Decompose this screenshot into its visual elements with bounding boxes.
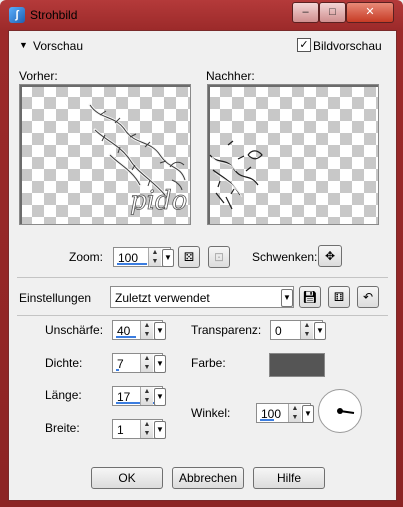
angle-label: Winkel: xyxy=(191,406,231,420)
separator xyxy=(17,277,388,278)
watermark-text-before: pido xyxy=(130,186,187,216)
density-field[interactable]: 7 ▲ ▼ ▼ xyxy=(112,353,166,373)
width-value: 1 xyxy=(117,423,124,437)
collapse-triangle-icon[interactable]: ▼ xyxy=(19,40,28,50)
dialog-client: ▼ Vorschau ✓ Bildvorschau Vorher: Nachhe… xyxy=(8,30,397,501)
transparency-label: Transparenz: xyxy=(191,323,262,337)
help-button[interactable]: Hilfe xyxy=(253,467,325,489)
density-label: Dichte: xyxy=(45,356,83,370)
dragon-image: pido xyxy=(88,103,188,216)
ok-button[interactable]: OK xyxy=(91,467,163,489)
close-button[interactable]: ✕ xyxy=(346,2,394,23)
zoom-fit-icon[interactable]: ⚄ xyxy=(178,246,200,268)
length-label: Länge: xyxy=(45,388,82,402)
preset-select[interactable]: Zuletzt verwendet ▼ xyxy=(110,286,294,308)
preview-checkbox[interactable]: ✓ xyxy=(297,38,311,52)
preset-value: Zuletzt verwendet xyxy=(115,291,210,305)
angle-dial[interactable] xyxy=(318,389,362,433)
width-spinner[interactable]: ▲ ▼ xyxy=(140,420,153,438)
cancel-button[interactable]: Abbrechen xyxy=(172,467,244,489)
angle-dial-needle-icon xyxy=(337,408,355,414)
preset-dropdown-arrow[interactable]: ▼ xyxy=(281,289,293,307)
transparency-field[interactable]: 0 ▲ ▼ ▼ xyxy=(270,320,326,340)
after-preview[interactable] xyxy=(207,84,379,225)
zoom-dropdown-arrow[interactable]: ▼ xyxy=(162,249,174,267)
transparency-dropdown-arrow[interactable]: ▼ xyxy=(314,322,326,340)
width-field[interactable]: 1 ▲ ▼ ▼ xyxy=(112,419,166,439)
separator xyxy=(17,315,388,316)
settings-label: Einstellungen xyxy=(19,291,92,305)
width-label: Breite: xyxy=(45,421,80,435)
window-frame: ʃ Strohbild – □ ✕ ▼ Vorschau ✓ Bildvorsc… xyxy=(0,0,403,507)
zoom-label: Zoom: xyxy=(69,250,104,264)
blur-spinner[interactable]: ▲ ▼ xyxy=(140,321,153,339)
length-field[interactable]: 17 ▲ ▼ ▼ xyxy=(112,386,166,406)
randomize-icon[interactable]: ⚅ xyxy=(328,286,350,308)
minimize-button[interactable]: – xyxy=(292,2,319,23)
before-label: Vorher: xyxy=(19,69,58,83)
zoom-indicator xyxy=(117,263,147,265)
blur-dropdown-arrow[interactable]: ▼ xyxy=(154,322,166,340)
color-label: Farbe: xyxy=(191,356,226,370)
color-swatch[interactable] xyxy=(269,353,325,377)
preview-checkbox-label: Bildvorschau xyxy=(313,39,382,53)
width-dropdown-arrow[interactable]: ▼ xyxy=(154,421,166,439)
pan-move-icon[interactable]: ✥ xyxy=(318,245,342,267)
angle-dropdown-arrow[interactable]: ▼ xyxy=(302,405,314,423)
maximize-button[interactable]: □ xyxy=(319,2,346,23)
app-icon: ʃ xyxy=(9,7,25,23)
after-label: Nachher: xyxy=(206,69,255,83)
transparency-spinner[interactable]: ▲ ▼ xyxy=(300,321,313,339)
density-dropdown-arrow[interactable]: ▼ xyxy=(154,355,166,373)
before-preview[interactable]: pido xyxy=(19,84,191,225)
transparency-value: 0 xyxy=(275,324,282,338)
blur-indicator xyxy=(116,336,136,338)
window-title: Strohbild xyxy=(30,8,78,22)
angle-spinner[interactable]: ▲ ▼ xyxy=(288,404,301,422)
angle-field[interactable]: 100 ▲ ▼ ▼ xyxy=(256,403,314,423)
angle-indicator xyxy=(260,419,274,421)
zoom-field[interactable]: 100 ▲ ▼ ▼ xyxy=(113,247,174,267)
zoom-actual-size-icon[interactable]: ⊡ xyxy=(208,246,230,268)
length-dropdown-arrow[interactable]: ▼ xyxy=(154,388,166,406)
density-indicator xyxy=(116,369,119,371)
blur-label: Unschärfe: xyxy=(45,323,104,337)
preview-section-label[interactable]: Vorschau xyxy=(33,39,83,53)
save-preset-icon[interactable]: 💾︎ xyxy=(299,286,321,308)
blur-field[interactable]: 40 ▲ ▼ ▼ xyxy=(112,320,166,340)
zoom-spinner[interactable]: ▲ ▼ xyxy=(148,248,161,266)
reset-icon[interactable]: ↶ xyxy=(357,286,379,308)
dragon-image-filtered xyxy=(209,140,263,210)
density-spinner[interactable]: ▲ ▼ xyxy=(140,354,153,372)
pan-label: Schwenken: xyxy=(252,250,318,264)
length-spinner[interactable]: ▲ ▼ xyxy=(140,387,153,405)
title-bar[interactable]: ʃ Strohbild – □ ✕ xyxy=(0,0,403,30)
